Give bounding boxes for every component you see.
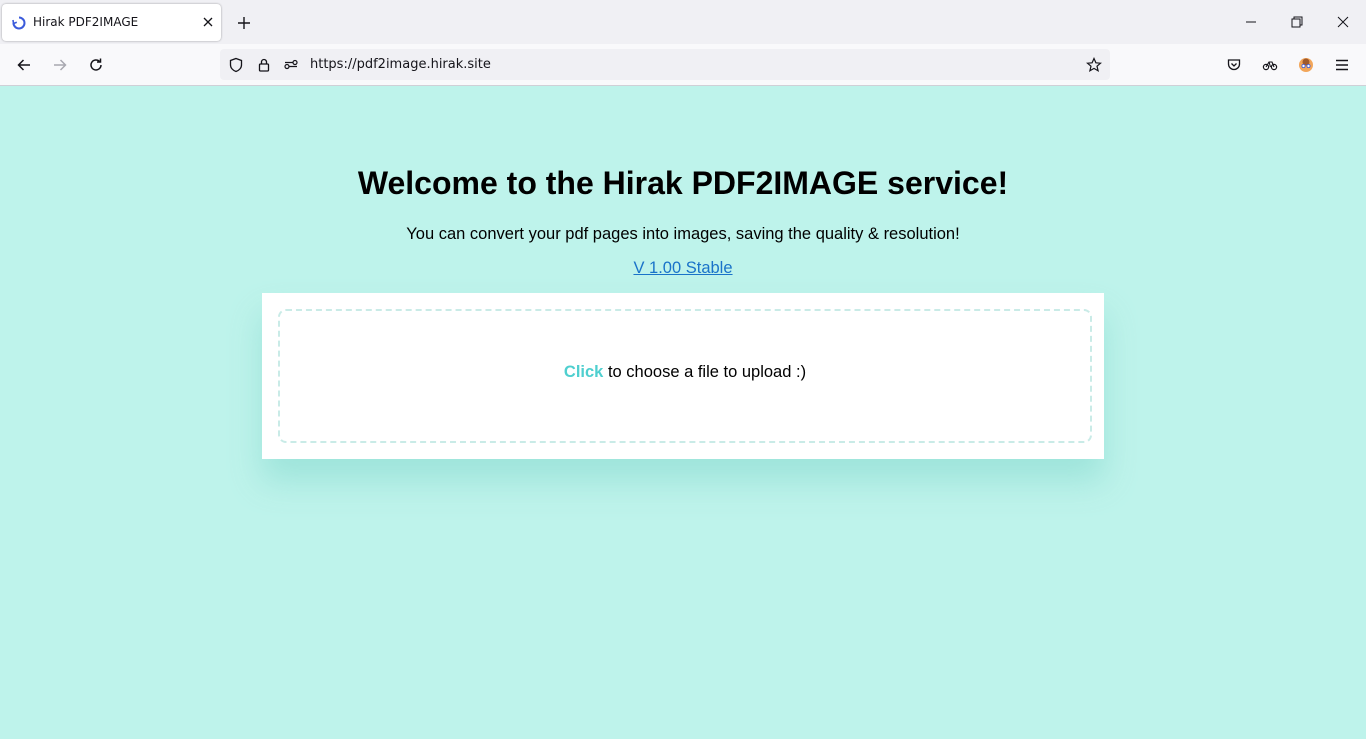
extension-icon[interactable] bbox=[1262, 57, 1278, 73]
navigation-toolbar: https://pdf2image.hirak.site bbox=[0, 44, 1366, 86]
upload-card: Click to choose a file to upload :) bbox=[262, 293, 1104, 459]
page-content: Welcome to the Hirak PDF2IMAGE service! … bbox=[0, 86, 1366, 739]
permissions-icon[interactable] bbox=[283, 57, 299, 73]
version-line: V 1.00 Stable bbox=[0, 259, 1366, 278]
bookmark-star-icon[interactable] bbox=[1086, 57, 1102, 73]
address-bar[interactable]: https://pdf2image.hirak.site bbox=[220, 49, 1110, 80]
url-text[interactable]: https://pdf2image.hirak.site bbox=[310, 57, 491, 72]
tab-title: Hirak PDF2IMAGE bbox=[33, 15, 139, 29]
close-window-icon[interactable] bbox=[1335, 14, 1351, 30]
profile-avatar-icon[interactable] bbox=[1298, 57, 1314, 73]
file-upload-dropzone[interactable]: Click to choose a file to upload :) bbox=[278, 309, 1092, 443]
upload-instruction: Click to choose a file to upload :) bbox=[280, 363, 1090, 382]
version-link[interactable]: V 1.00 Stable bbox=[633, 259, 732, 277]
menu-hamburger-icon[interactable] bbox=[1334, 57, 1350, 73]
lock-icon[interactable] bbox=[256, 57, 272, 73]
new-tab-icon[interactable] bbox=[236, 15, 252, 31]
back-arrow-icon[interactable] bbox=[16, 57, 32, 73]
minimize-icon[interactable] bbox=[1243, 14, 1259, 30]
page-subtitle: You can convert your pdf pages into imag… bbox=[406, 225, 960, 243]
close-tab-icon[interactable] bbox=[202, 16, 214, 28]
tab-strip: Hirak PDF2IMAGE bbox=[0, 0, 1366, 44]
reload-icon[interactable] bbox=[88, 57, 104, 73]
tab-active[interactable]: Hirak PDF2IMAGE bbox=[2, 4, 221, 41]
page-title: Welcome to the Hirak PDF2IMAGE service! bbox=[357, 165, 1009, 201]
restore-icon[interactable] bbox=[1289, 14, 1305, 30]
upload-instruction-text: to choose a file to upload :) bbox=[603, 363, 807, 381]
loading-icon bbox=[12, 16, 26, 30]
shield-icon[interactable] bbox=[228, 57, 244, 73]
forward-arrow-icon[interactable] bbox=[52, 57, 68, 73]
click-to-upload-link[interactable]: Click bbox=[564, 363, 603, 381]
pocket-icon[interactable] bbox=[1226, 57, 1242, 73]
